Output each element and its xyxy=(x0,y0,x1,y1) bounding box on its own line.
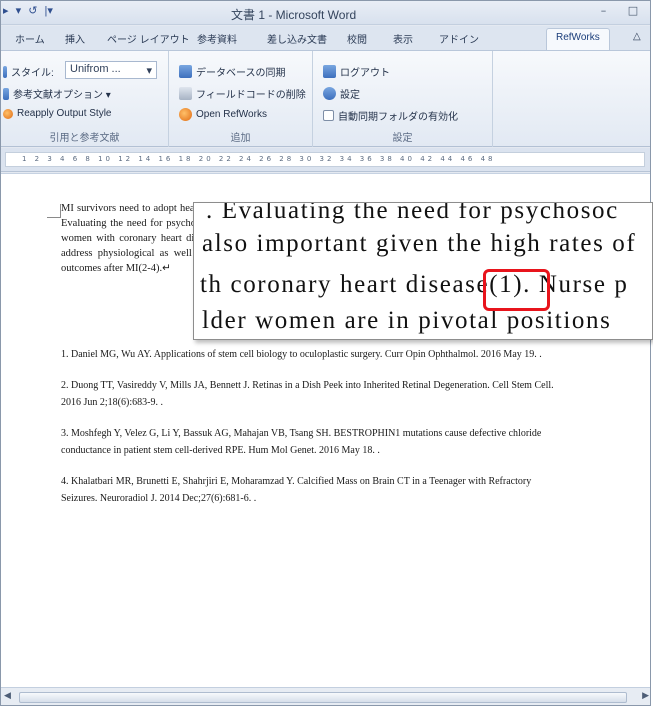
user-icon xyxy=(323,65,336,78)
style-icon xyxy=(3,65,7,78)
settings-group-label: 設定 xyxy=(392,133,413,144)
ruler: 1 2 3 4 6 8 10 12 14 16 18 20 22 24 26 2… xyxy=(1,148,650,172)
help-icon[interactable]: △ xyxy=(633,31,641,42)
zoom-line-1: . Evaluating the need for psychosoc xyxy=(206,202,619,224)
tab-addins[interactable]: アドイン xyxy=(439,31,479,46)
customize-qat-icon[interactable]: |▾ xyxy=(44,5,52,17)
reapply-icon xyxy=(3,108,13,119)
zoom-line-3-start: th coronary heart disea xyxy=(200,271,466,298)
extras-group-label: 追加 xyxy=(230,133,251,144)
window-title: 文書 1 - Microsoft Word xyxy=(231,8,357,22)
title-bar: ▸ ▾ ↺ |▾ 文書 1 - Microsoft Word – □ xyxy=(1,1,650,25)
citation-highlight-box xyxy=(483,269,550,311)
horizontal-scrollbar[interactable]: ◀ ▶ xyxy=(1,687,650,705)
auto-sync-checkbox[interactable]: 自動同期フォルダの有効化 xyxy=(323,108,458,123)
reapply-output-style-button[interactable]: Reapply Output Style xyxy=(3,108,112,119)
zoom-line-4: lder women are in pivotal positions xyxy=(202,307,612,334)
restore-button[interactable]: □ xyxy=(620,4,646,17)
gear-icon xyxy=(323,87,336,100)
tab-page-layout[interactable]: ページ レイアウト xyxy=(107,31,190,46)
zoom-line-3: th coronary heart disease(1). Nurse p xyxy=(200,271,629,299)
sync-database-button[interactable]: データベースの同期 xyxy=(179,64,286,79)
scroll-left-icon[interactable]: ◀ xyxy=(4,691,11,701)
bibliography-icon xyxy=(3,87,9,100)
extras-group: データベースの同期 フィールドコードの削除 Open RefWorks 追加 xyxy=(169,51,313,147)
settings-button[interactable]: 設定 xyxy=(323,86,360,101)
output-style-select[interactable]: Unifrom ... ▾ xyxy=(65,61,157,79)
remove-field-codes-button[interactable]: フィールドコードの削除 xyxy=(179,86,306,101)
citations-group: スタイル: Unifrom ... ▾ 参考文献オプション ▾ Reapply … xyxy=(1,51,169,147)
undo-icon[interactable]: ↺ xyxy=(28,5,37,17)
qat-dropdown-icon[interactable]: ▾ xyxy=(16,5,22,17)
bibliography-options-button[interactable]: 参考文献オプション ▾ xyxy=(3,86,111,101)
ribbon-tabs: ホーム 挿入 ページ レイアウト 参考資料 差し込み文書 校閲 表示 アドイン … xyxy=(1,26,650,51)
style-label: スタイル: xyxy=(3,64,54,79)
reference-item[interactable]: 3. Moshfegh Y, Velez G, Li Y, Bassuk AG,… xyxy=(61,425,561,459)
zoom-line-2: also important given the high rates of xyxy=(202,230,637,257)
reference-item[interactable]: 2. Duong TT, Vasireddy V, Mills JA, Benn… xyxy=(61,377,561,411)
zoom-callout: . Evaluating the need for psychosoc also… xyxy=(193,202,653,340)
ruler-scale[interactable]: 1 2 3 4 6 8 10 12 14 16 18 20 22 24 26 2… xyxy=(5,152,645,167)
reference-item[interactable]: 1. Daniel MG, Wu AY. Applications of ste… xyxy=(61,346,561,363)
citations-group-label: 引用と参考文献 xyxy=(49,133,120,144)
minimize-button[interactable]: – xyxy=(591,4,617,17)
scroll-right-icon[interactable]: ▶ xyxy=(642,691,649,701)
refworks-icon xyxy=(179,108,192,121)
tab-refworks[interactable]: RefWorks xyxy=(546,28,610,51)
word-window: ▸ ▾ ↺ |▾ 文書 1 - Microsoft Word – □ ホーム 挿… xyxy=(0,0,651,706)
window-controls: – □ xyxy=(591,4,647,17)
field-codes-icon xyxy=(179,87,192,100)
tab-references[interactable]: 参考資料 xyxy=(197,31,237,46)
tab-insert[interactable]: 挿入 xyxy=(65,31,85,46)
word-logo-icon[interactable]: ▸ xyxy=(3,5,9,17)
settings-group: ログアウト 設定 自動同期フォルダの有効化 設定 xyxy=(313,51,493,147)
reference-item[interactable]: 4. Khalatbari MR, Brunetti E, Shahrjiri … xyxy=(61,473,561,507)
logout-button[interactable]: ログアウト xyxy=(323,64,390,79)
margin-corner-mark xyxy=(47,204,61,218)
scroll-thumb[interactable] xyxy=(19,692,627,703)
tab-home[interactable]: ホーム xyxy=(15,31,45,46)
database-sync-icon xyxy=(179,65,192,78)
tab-view[interactable]: 表示 xyxy=(393,31,413,46)
chevron-down-icon: ▾ xyxy=(146,65,152,77)
refworks-ribbon: スタイル: Unifrom ... ▾ 参考文献オプション ▾ Reapply … xyxy=(1,50,650,147)
checkbox-icon xyxy=(323,110,334,121)
open-refworks-button[interactable]: Open RefWorks xyxy=(179,108,267,121)
tab-review[interactable]: 校閲 xyxy=(347,31,367,46)
tab-mailings[interactable]: 差し込み文書 xyxy=(267,31,327,46)
quick-access-toolbar: ▸ ▾ ↺ |▾ xyxy=(3,4,57,17)
